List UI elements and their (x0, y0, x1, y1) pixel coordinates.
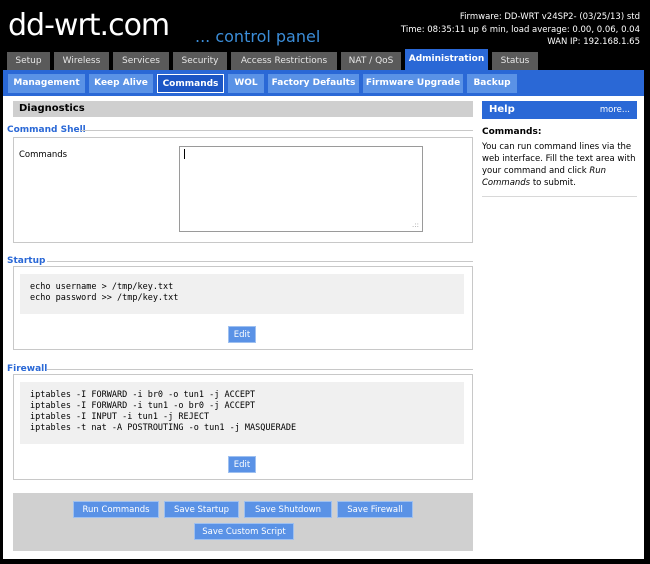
logo-suffix: .com (99, 8, 171, 43)
tab-administration[interactable]: Administration (405, 49, 488, 70)
firewall-title: Firewall (7, 364, 48, 374)
firewall-script: iptables -I FORWARD -i br0 -o tun1 -j AC… (20, 382, 464, 444)
subtab-commands[interactable]: Commands (157, 74, 224, 93)
divider (81, 130, 473, 131)
text-caret (184, 149, 185, 159)
divider (482, 196, 637, 197)
help-text-part: You can run command lines via the web in… (482, 142, 636, 176)
command-shell-title: Command Shell (7, 125, 86, 135)
main-tabs: Setup Wireless Services Security Access … (3, 49, 644, 70)
help-more-link[interactable]: more... (600, 104, 630, 116)
subtab-backup[interactable]: Backup (467, 74, 517, 93)
help-title: Help (489, 104, 515, 115)
divider (47, 369, 473, 370)
logo: dd-wrt.com (8, 8, 171, 43)
header: dd-wrt.com ... control panel Firmware: D… (3, 3, 644, 49)
help-text-part: to submit. (530, 178, 576, 188)
subtab-management[interactable]: Management (8, 74, 85, 93)
subtab-keep-alive[interactable]: Keep Alive (89, 74, 153, 93)
divider (47, 261, 473, 262)
firmware-info: Firmware: DD-WRT v24SP2- (03/25/13) std … (401, 11, 640, 49)
tab-setup[interactable]: Setup (7, 52, 50, 70)
save-startup-button[interactable]: Save Startup (164, 501, 239, 518)
startup-script: echo username > /tmp/key.txt echo passwo… (20, 274, 464, 314)
firewall-edit-button[interactable]: Edit (228, 456, 256, 473)
help-text: You can run command lines via the web in… (482, 141, 637, 189)
tab-services[interactable]: Services (113, 52, 169, 70)
logo-text: dd-wrt (8, 8, 101, 43)
tab-security[interactable]: Security (173, 52, 227, 70)
subtab-wol[interactable]: WOL (228, 74, 264, 93)
resize-grip-icon[interactable]: .:: (412, 221, 419, 229)
wan-ip: WAN IP: 192.168.1.65 (547, 37, 640, 47)
tab-wireless[interactable]: Wireless (54, 52, 109, 70)
save-firewall-button[interactable]: Save Firewall (337, 501, 413, 518)
tab-access-restrictions[interactable]: Access Restrictions (231, 52, 337, 70)
commands-label: Commands (19, 150, 68, 160)
startup-title: Startup (7, 256, 46, 266)
startup-edit-button[interactable]: Edit (228, 326, 256, 343)
tab-nat-qos[interactable]: NAT / QoS (341, 52, 401, 70)
run-commands-button[interactable]: Run Commands (73, 501, 159, 518)
commands-textarea[interactable] (179, 146, 423, 232)
uptime: Time: 08:35:11 up 6 min, load average: 0… (400, 24, 640, 35)
subtab-firmware-upgrade[interactable]: Firmware Upgrade (363, 74, 463, 93)
tagline: ... control panel (195, 27, 321, 46)
diagnostics-header: Diagnostics (13, 101, 473, 117)
tab-status[interactable]: Status (492, 52, 538, 70)
page-frame: dd-wrt.com ... control panel Firmware: D… (3, 3, 644, 559)
help-subtitle: Commands: (482, 127, 542, 137)
sub-tabs: Management Keep Alive Commands WOL Facto… (3, 70, 644, 96)
firmware-version: Firmware: DD-WRT v24SP2- (03/25/13) std (459, 12, 640, 22)
help-header: Help more... (482, 101, 637, 119)
subtab-factory-defaults[interactable]: Factory Defaults (268, 74, 359, 93)
save-shutdown-button[interactable]: Save Shutdown (244, 501, 332, 518)
save-custom-script-button[interactable]: Save Custom Script (194, 523, 294, 540)
